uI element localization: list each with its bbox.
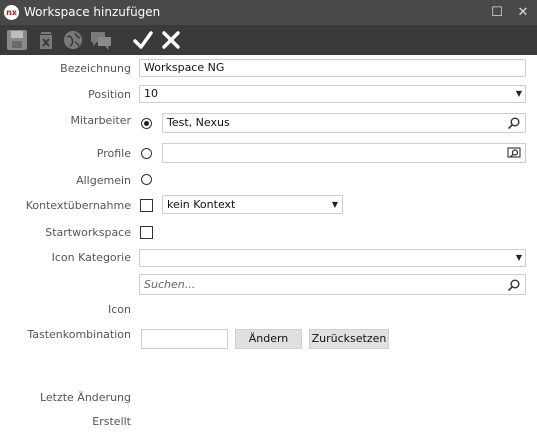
bezeichnung-label: Bezeichnung bbox=[60, 62, 131, 75]
window-title: Workspace hinzufügen bbox=[24, 5, 161, 19]
profile-input[interactable] bbox=[162, 143, 526, 163]
delete-icon[interactable] bbox=[33, 27, 59, 53]
window-titlebar: nx Workspace hinzufügen ☐ ✕ bbox=[0, 0, 537, 25]
tastenkombination-label: Tastenkombination bbox=[27, 328, 131, 341]
chat-icon[interactable] bbox=[88, 27, 114, 53]
tastenkombination-input[interactable] bbox=[141, 329, 228, 349]
chevron-down-icon: ▼ bbox=[331, 200, 338, 209]
position-select[interactable]: 10 ▼ bbox=[139, 85, 526, 103]
position-value: 10 bbox=[144, 87, 158, 100]
startworkspace-checkbox[interactable] bbox=[140, 226, 153, 239]
maximize-icon[interactable]: ☐ bbox=[486, 0, 508, 25]
checkmark-icon[interactable] bbox=[130, 27, 156, 53]
startworkspace-label: Startworkspace bbox=[45, 226, 131, 239]
profile-label: Profile bbox=[96, 147, 131, 160]
icon-search-placeholder: Suchen... bbox=[144, 278, 196, 291]
aendern-button[interactable]: Ändern bbox=[235, 329, 302, 349]
icon-kategorie-select[interactable]: ▼ bbox=[139, 249, 526, 267]
zuruecksetzen-button[interactable]: Zurücksetzen bbox=[309, 329, 389, 349]
kontextuebernahme-label: Kontextübernahme bbox=[25, 199, 131, 212]
mitarbeiter-label: Mitarbeiter bbox=[70, 114, 131, 127]
app-logo-icon: nx bbox=[4, 5, 19, 20]
bezeichnung-input[interactable]: Workspace NG bbox=[139, 59, 526, 77]
search-icon[interactable] bbox=[507, 116, 521, 130]
kontextuebernahme-checkbox[interactable] bbox=[140, 199, 153, 212]
save-icon[interactable] bbox=[4, 27, 30, 53]
bezeichnung-value: Workspace NG bbox=[144, 61, 225, 74]
chevron-down-icon: ▼ bbox=[515, 253, 522, 262]
close-icon[interactable] bbox=[158, 27, 184, 53]
mitarbeiter-radio[interactable] bbox=[141, 118, 152, 129]
mitarbeiter-input[interactable]: Test, Nexus bbox=[162, 113, 526, 133]
window-close-icon[interactable]: ✕ bbox=[512, 0, 534, 25]
profile-radio[interactable] bbox=[141, 148, 152, 159]
allgemein-radio[interactable] bbox=[141, 174, 152, 185]
icon-label: Icon bbox=[108, 303, 131, 316]
position-label: Position bbox=[88, 88, 131, 101]
letzte-aenderung-label: Letzte Änderung bbox=[39, 391, 131, 404]
icon-search-input[interactable]: Suchen... bbox=[139, 274, 526, 295]
globe-icon[interactable] bbox=[60, 27, 86, 53]
toolbar bbox=[0, 25, 537, 55]
search-list-icon[interactable] bbox=[507, 146, 521, 160]
erstellt-label: Erstellt bbox=[92, 415, 131, 428]
search-icon[interactable] bbox=[507, 278, 521, 292]
chevron-down-icon: ▼ bbox=[515, 89, 522, 98]
allgemein-label: Allgemein bbox=[76, 174, 131, 187]
mitarbeiter-value: Test, Nexus bbox=[167, 116, 230, 129]
kontext-select[interactable]: kein Kontext ▼ bbox=[162, 195, 343, 214]
kontext-value: kein Kontext bbox=[167, 198, 236, 211]
icon-kategorie-label: Icon Kategorie bbox=[51, 251, 131, 264]
